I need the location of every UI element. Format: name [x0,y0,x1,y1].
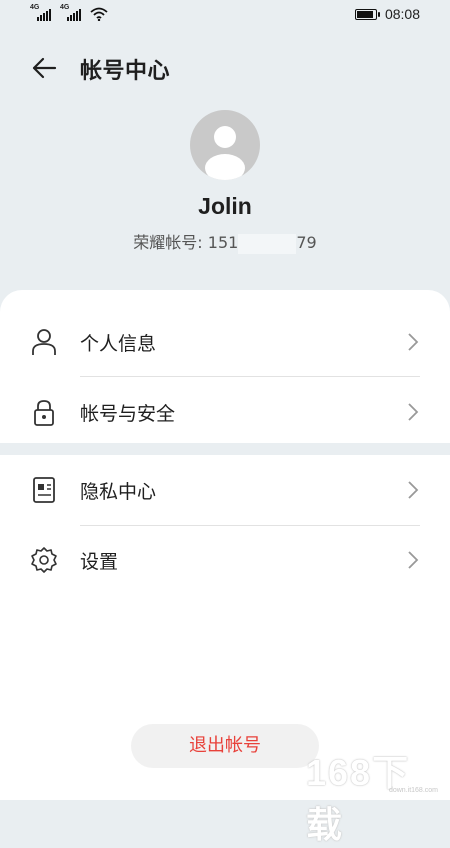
chevron-right-icon [408,481,419,499]
default-avatar-icon [205,126,245,180]
menu-item-settings[interactable]: 设置 [0,525,450,595]
status-bar: 4G 4G 08:08 [0,0,450,32]
menu-item-label: 隐私中心 [80,481,157,503]
battery-icon [354,8,380,20]
menu-item-label: 设置 [80,551,119,573]
chevron-right-icon [408,403,419,421]
account-label: 荣耀帐号: [133,233,203,252]
clock: 08:08 [384,6,420,22]
status-left: 4G 4G [30,4,108,22]
menu-item-label: 个人信息 [80,333,157,355]
watermark-logo: 168下载 down.it168.com [304,744,444,845]
menu-item-privacy-center[interactable]: 隐私中心 [0,455,450,525]
menu-item-account-security[interactable]: 帐号与安全 [0,377,450,447]
id-card-icon [33,477,55,503]
wifi-icon [90,7,108,21]
account-number: 荣耀帐号: 151 79 [0,229,450,254]
user-name: Jolin [198,193,252,219]
watermark-text: 168下载 [306,752,411,845]
logout-button[interactable]: 退出帐号 [131,724,319,768]
menu-item-label: 帐号与安全 [80,403,176,425]
chevron-right-icon [408,333,419,351]
menu-card-1: 个人信息 帐号与安全 [0,290,450,443]
status-right: 08:08 [354,6,420,22]
watermark-subtext: down.it168.com [388,787,438,794]
person-icon [32,329,56,355]
back-button[interactable] [26,50,62,86]
page-title: 帐号中心 [80,59,171,84]
signal-icon: 4G [30,4,52,22]
lock-icon [34,400,54,426]
account-prefix: 151 [207,233,239,252]
gear-icon [31,547,57,573]
chevron-right-icon [408,551,419,569]
signal-icon: 4G [60,4,82,22]
menu-item-personal-info[interactable]: 个人信息 [0,307,450,377]
avatar[interactable] [190,110,260,180]
account-suffix: 79 [296,233,317,252]
header: 帐号中心 [0,42,450,92]
account-mask [238,233,297,254]
arrow-left-icon [32,57,57,79]
